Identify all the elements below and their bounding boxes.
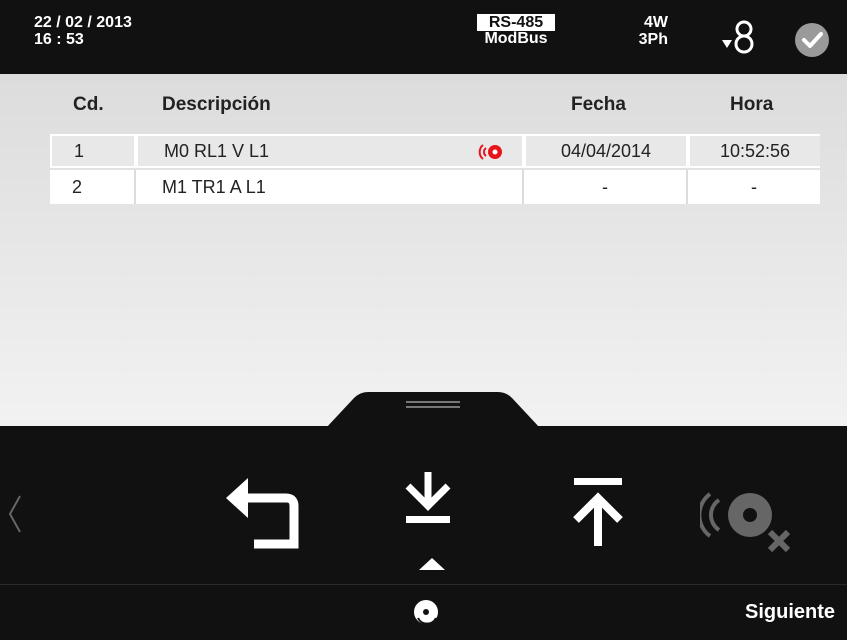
- wiring-phases: 3Ph: [638, 31, 668, 48]
- cell-time: 10:52:56: [688, 134, 820, 168]
- action-bar: [0, 426, 847, 584]
- upload-icon[interactable]: [568, 474, 628, 550]
- bottom-bar: Siguiente: [0, 584, 847, 640]
- back-icon[interactable]: [224, 474, 304, 552]
- time-label: 16 : 53: [34, 31, 84, 48]
- checkmark-icon: [795, 23, 829, 57]
- current-transformer-icon: [722, 20, 754, 54]
- drawer-handle[interactable]: [326, 392, 540, 428]
- cell-description-text: M1 TR1 A L1: [162, 177, 266, 197]
- cell-time: -: [688, 170, 820, 204]
- cell-date: 04/04/2014: [524, 134, 688, 168]
- next-button[interactable]: Siguiente: [745, 601, 835, 624]
- protocol-modbus: ModBus: [484, 30, 548, 47]
- disc-icon[interactable]: [412, 598, 442, 626]
- wiring-wires: 4W: [644, 14, 668, 31]
- table-row[interactable]: 2 M1 TR1 A L1 - -: [50, 170, 820, 204]
- table-row[interactable]: 1 M0 RL1 V L1 04/04/2014 10:52:56: [50, 134, 820, 168]
- date-label: 22 / 02 / 2013: [34, 14, 132, 31]
- cell-description-text: M0 RL1 V L1: [164, 141, 270, 161]
- date-time: 22 / 02 / 2013 16 : 53: [34, 14, 132, 48]
- protocol-indicator: RS-485 ModBus: [464, 14, 568, 47]
- header-code: Cd.: [73, 94, 104, 115]
- cell-code: 2: [50, 170, 136, 204]
- alarm-active-icon: [478, 144, 502, 160]
- cell-code: 1: [50, 134, 136, 168]
- cell-description: M1 TR1 A L1: [136, 170, 524, 204]
- selected-indicator-icon: [419, 558, 445, 570]
- chevron-left-icon[interactable]: [8, 494, 22, 534]
- protocol-rs485: RS-485: [476, 14, 556, 31]
- alarm-table: 1 M0 RL1 V L1 04/04/2014 10:52:56 2 M1 T…: [50, 134, 820, 206]
- cell-date: -: [524, 170, 688, 204]
- header-time: Hora: [730, 94, 774, 115]
- header-date: Fecha: [571, 94, 626, 115]
- alarm-disabled-icon[interactable]: [700, 480, 800, 560]
- cell-description: M0 RL1 V L1: [136, 134, 524, 168]
- download-icon[interactable]: [398, 468, 458, 528]
- header-description: Descripción: [162, 94, 271, 115]
- alarm-list-panel: Cd. Descripción Fecha Hora 1 M0 RL1 V L1…: [0, 74, 847, 426]
- status-bar: 22 / 02 / 2013 16 : 53 RS-485 ModBus 4W …: [0, 0, 847, 74]
- wiring-indicator: 4W 3Ph: [612, 14, 668, 48]
